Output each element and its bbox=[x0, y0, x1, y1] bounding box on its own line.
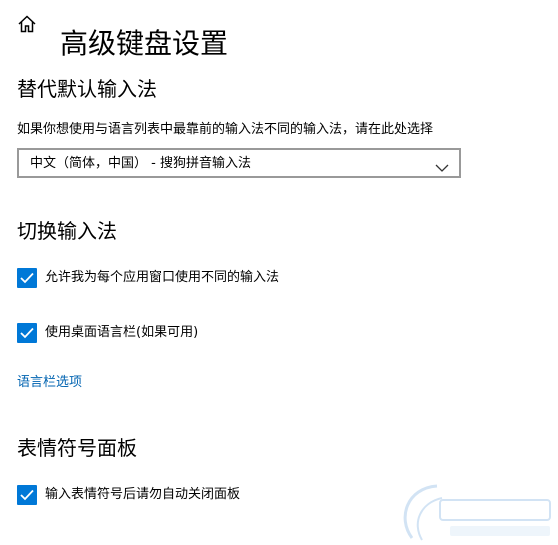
default-input-method-dropdown[interactable]: 中文（简体，中国） - 搜狗拼音输入法 bbox=[17, 148, 461, 178]
checkmark-icon bbox=[20, 489, 34, 501]
per-app-input-method-option[interactable]: 允许我为每个应用窗口使用不同的输入法 bbox=[17, 268, 457, 290]
emoji-panel-heading: 表情符号面板 bbox=[17, 436, 137, 460]
chevron-down-icon bbox=[435, 158, 449, 172]
keep-emoji-panel-open-option[interactable]: 输入表情符号后请勿自动关闭面板 bbox=[17, 485, 457, 507]
override-input-description: 如果你想使用与语言列表中最靠前的输入法不同的输入法，请在此处选择 bbox=[17, 122, 434, 137]
checkmark-icon bbox=[20, 327, 34, 339]
switch-input-heading: 切换输入法 bbox=[17, 219, 117, 243]
home-icon[interactable] bbox=[17, 14, 37, 34]
desktop-language-bar-checkbox[interactable] bbox=[17, 323, 37, 343]
page-title: 高级键盘设置 bbox=[60, 26, 229, 60]
language-bar-options-link[interactable]: 语言栏选项 bbox=[17, 374, 82, 392]
desktop-language-bar-label: 使用桌面语言栏(如果可用) bbox=[45, 325, 199, 340]
dropdown-selected-value: 中文（简体，中国） - 搜狗拼音输入法 bbox=[30, 156, 251, 171]
override-input-heading: 替代默认输入法 bbox=[17, 77, 157, 101]
checkmark-icon bbox=[20, 272, 34, 284]
per-app-input-method-label: 允许我为每个应用窗口使用不同的输入法 bbox=[45, 270, 280, 285]
keep-emoji-panel-open-checkbox[interactable] bbox=[17, 485, 37, 505]
header: 高级键盘设置 bbox=[0, 0, 558, 60]
desktop-language-bar-option[interactable]: 使用桌面语言栏(如果可用) bbox=[17, 323, 457, 345]
per-app-input-method-checkbox[interactable] bbox=[17, 268, 37, 288]
advanced-keyboard-settings-page: 高级键盘设置 替代默认输入法 如果你想使用与语言列表中最靠前的输入法不同的输入法… bbox=[0, 0, 558, 545]
keep-emoji-panel-open-label: 输入表情符号后请勿自动关闭面板 bbox=[45, 487, 241, 502]
